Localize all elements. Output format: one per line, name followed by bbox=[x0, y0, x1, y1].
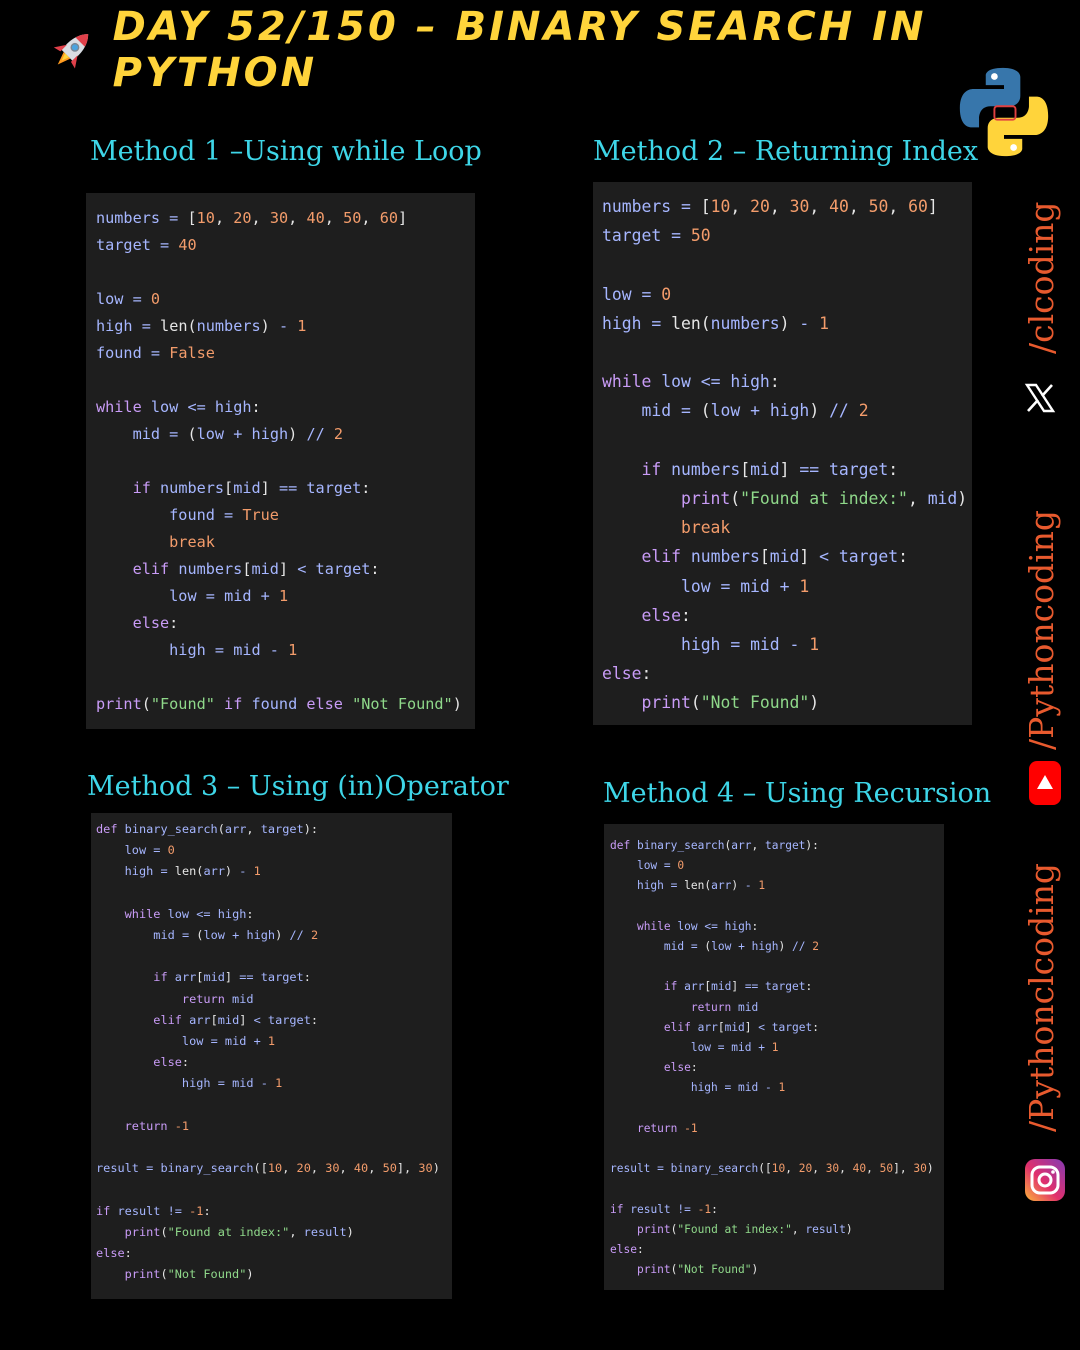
page-header: DAY 52/150 – BINARY SEARCH IN PYTHON bbox=[48, 4, 1080, 96]
x-icon[interactable] bbox=[1024, 382, 1056, 414]
youtube-handle[interactable]: /Pythoncoding bbox=[1022, 510, 1061, 750]
page-title: DAY 52/150 – BINARY SEARCH IN PYTHON bbox=[112, 4, 927, 96]
instagram-handle[interactable]: /Pythonclcoding bbox=[1022, 863, 1061, 1132]
method-4-code-block: def binary_search(arr, target): low = 0 … bbox=[604, 824, 944, 1290]
method-1-heading: Method 1 –Using while Loop bbox=[90, 136, 482, 167]
method-3-heading: Method 3 – Using (in)Operator bbox=[87, 771, 509, 802]
rocket-icon bbox=[53, 34, 89, 69]
method-2-code-block: numbers = [10, 20, 30, 40, 50, 60] targe… bbox=[593, 182, 972, 725]
method-1-code-block: numbers = [10, 20, 30, 40, 50, 60] targe… bbox=[86, 193, 475, 729]
method-3-code-block: def binary_search(arr, target): low = 0 … bbox=[91, 813, 452, 1299]
method-2-heading: Method 2 – Returning Index bbox=[593, 136, 979, 167]
method-4-heading: Method 4 – Using Recursion bbox=[603, 778, 992, 809]
x-handle[interactable]: /clcoding bbox=[1022, 201, 1061, 354]
youtube-icon[interactable] bbox=[1028, 760, 1062, 806]
instagram-icon[interactable] bbox=[1024, 1158, 1066, 1202]
